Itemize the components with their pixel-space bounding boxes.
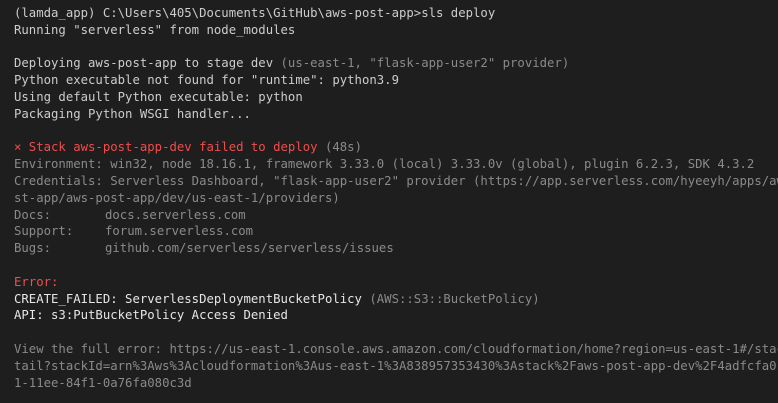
running-line: Running "serverless" from node_modules: [14, 22, 296, 37]
deploying-detail: (us-east-1, "flask-app-user2" provider): [273, 56, 570, 71]
bugs-line: Bugs: github.com/serverless/serverless/is…: [14, 240, 778, 257]
python-not-found-line: Python executable not found for "runtime…: [14, 73, 399, 88]
create-failed-text: CREATE_FAILED: ServerlessDeploymentBucke…: [14, 291, 362, 306]
support-label: Support:: [14, 224, 74, 239]
default-python-line: Using default Python executable: python: [14, 89, 303, 104]
create-failed-line: CREATE_FAILED: ServerlessDeploymentBucke…: [14, 291, 778, 308]
docs-link[interactable]: docs.serverless.com: [105, 208, 246, 222]
view-error-line-2[interactable]: tail?stackId=arn%3Aws%3Acloudformation%3…: [14, 358, 778, 375]
terminal-output[interactable]: (lamda_app) C:\Users\405\Documents\GitHu…: [0, 0, 778, 403]
view-error-line-3[interactable]: 1-11ee-84f1-0a76fa080c3d: [14, 375, 778, 392]
packaging-line: Packaging Python WSGI handler...: [14, 106, 251, 121]
error-label: Error:: [14, 274, 59, 289]
credentials-line-2: st-app/aws-post-app/dev/us-east-1/provid…: [14, 190, 340, 205]
failure-message: × Stack aws-post-app-dev failed to deplo…: [14, 140, 318, 155]
failure-time: (48s): [317, 140, 362, 155]
command: sls deploy: [421, 6, 496, 20]
view-error-line-1[interactable]: View the full error: https://us-east-1.c…: [14, 341, 778, 358]
support-line: Support: forum.serverless.com: [14, 223, 778, 240]
api-error-line: API: s3:PutBucketPolicy Access Denied: [14, 308, 288, 323]
credentials-line-1: Credentials: Serverless Dashboard, "flas…: [14, 173, 778, 188]
prompt: (lamda_app) C:\Users\405\Documents\GitHu…: [14, 6, 422, 20]
environment-line: Environment: win32, node 18.16.1, framew…: [14, 157, 755, 172]
support-link[interactable]: forum.serverless.com: [105, 224, 253, 238]
deploying-line: Deploying aws-post-app to stage dev (us-…: [14, 55, 778, 72]
deploying-text: Deploying aws-post-app to stage dev: [14, 56, 274, 71]
failure-line: × Stack aws-post-app-dev failed to deplo…: [14, 139, 778, 156]
bugs-link[interactable]: github.com/serverless/serverless/issues: [105, 241, 394, 255]
bugs-label: Bugs:: [14, 241, 52, 256]
create-failed-type: (AWS::S3::BucketPolicy): [361, 291, 540, 306]
docs-label: Docs:: [14, 207, 52, 222]
docs-line: Docs: docs.serverless.com: [14, 207, 778, 224]
prompt-line: (lamda_app) C:\Users\405\Documents\GitHu…: [14, 5, 778, 22]
